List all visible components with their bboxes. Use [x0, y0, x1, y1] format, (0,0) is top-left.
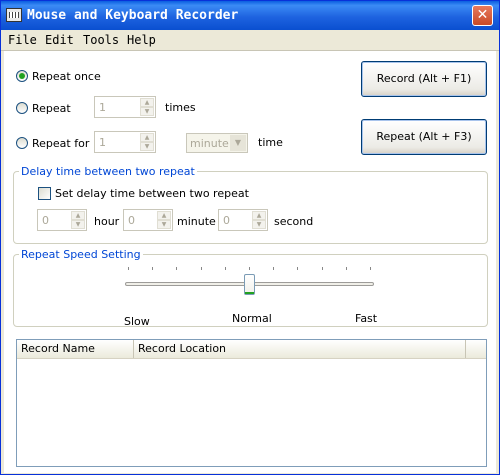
speed-slow-label: Slow — [124, 315, 150, 328]
repeat-button[interactable]: Repeat (Alt + F3) — [361, 119, 487, 155]
speed-fast-label: Fast — [355, 312, 378, 325]
menu-edit[interactable]: Edit — [45, 33, 74, 47]
hour-stepper[interactable]: 0 ▲ ▼ — [37, 209, 87, 231]
delay-group-title: Delay time between two repeat — [19, 165, 197, 178]
minute-stepper[interactable]: 0 ▲ ▼ — [123, 209, 173, 231]
menu-bar: File Edit Tools Help — [1, 30, 499, 51]
menu-help[interactable]: Help — [127, 33, 156, 47]
minute-label: minute — [177, 215, 216, 228]
speed-slider-thumb[interactable] — [244, 274, 255, 295]
stepper-up-icon[interactable]: ▲ — [157, 211, 171, 220]
stepper-up-icon[interactable]: ▲ — [71, 211, 85, 220]
stepper-down-icon[interactable]: ▼ — [71, 220, 85, 229]
time-label: time — [258, 136, 283, 149]
speed-tick — [249, 267, 250, 270]
stepper-up-icon[interactable]: ▲ — [140, 133, 154, 142]
main-window: Mouse and Keyboard Recorder ✕ File Edit … — [0, 0, 500, 475]
title-bar[interactable]: Mouse and Keyboard Recorder ✕ — [1, 1, 499, 30]
second-stepper[interactable]: 0 ▲ ▼ — [218, 209, 268, 231]
speed-normal-label: Normal — [232, 312, 272, 325]
speed-tick — [345, 267, 347, 270]
time-unit-value: minute — [190, 137, 229, 150]
speed-tick — [200, 267, 202, 270]
delay-checkbox-label: Set delay time between two repeat — [55, 187, 249, 200]
repeat-for-stepper[interactable]: 1 ▲ ▼ — [94, 131, 156, 153]
column-header-record-name[interactable]: Record Name — [17, 340, 134, 358]
stepper-down-icon[interactable]: ▼ — [252, 220, 266, 229]
records-list[interactable]: Record Name Record Location — [16, 339, 487, 467]
time-unit-select[interactable]: minute ▼ — [186, 133, 248, 153]
speed-tick — [128, 267, 129, 270]
hour-label: hour — [94, 215, 120, 228]
speed-tick — [273, 267, 275, 270]
speed-tick — [370, 267, 371, 270]
repeat-times-stepper[interactable]: 1 ▲ ▼ — [94, 96, 156, 118]
times-label: times — [165, 101, 196, 114]
repeat-for-value: 1 — [99, 136, 106, 149]
minute-value: 0 — [128, 214, 135, 227]
speed-tick — [176, 267, 178, 270]
delay-checkbox[interactable] — [38, 187, 51, 200]
hour-value: 0 — [42, 214, 49, 227]
menu-file[interactable]: File — [8, 33, 37, 47]
repeat-for-label: Repeat for — [32, 137, 90, 150]
stepper-up-icon[interactable]: ▲ — [140, 98, 154, 107]
speed-group-title: Repeat Speed Setting — [19, 248, 143, 261]
repeat-for-radio[interactable] — [16, 137, 28, 149]
chevron-down-icon[interactable]: ▼ — [230, 135, 246, 151]
second-label: second — [274, 215, 314, 228]
records-list-header: Record Name Record Location — [17, 340, 486, 359]
column-header-record-location[interactable]: Record Location — [134, 340, 466, 358]
repeat-times-label: Repeat — [32, 102, 71, 115]
speed-tick — [152, 267, 154, 270]
window-title: Mouse and Keyboard Recorder — [27, 8, 239, 23]
stepper-down-icon[interactable]: ▼ — [140, 107, 154, 116]
delay-group — [13, 171, 488, 244]
speed-tick — [321, 267, 323, 270]
repeat-times-value: 1 — [99, 101, 106, 114]
repeat-times-radio[interactable] — [16, 102, 28, 114]
stepper-down-icon[interactable]: ▼ — [140, 142, 154, 151]
repeat-once-label: Repeat once — [32, 70, 101, 83]
repeat-once-radio[interactable] — [16, 70, 28, 82]
record-button[interactable]: Record (Alt + F1) — [361, 61, 487, 97]
stepper-up-icon[interactable]: ▲ — [252, 211, 266, 220]
menu-tools[interactable]: Tools — [83, 33, 119, 47]
speed-tick — [297, 267, 299, 270]
speed-tick — [224, 267, 226, 270]
keyboard-icon — [6, 8, 22, 22]
second-value: 0 — [223, 214, 230, 227]
close-button[interactable]: ✕ — [472, 5, 493, 26]
client-area: Repeat once Repeat 1 ▲ ▼ times Repeat fo… — [4, 51, 496, 473]
stepper-down-icon[interactable]: ▼ — [157, 220, 171, 229]
